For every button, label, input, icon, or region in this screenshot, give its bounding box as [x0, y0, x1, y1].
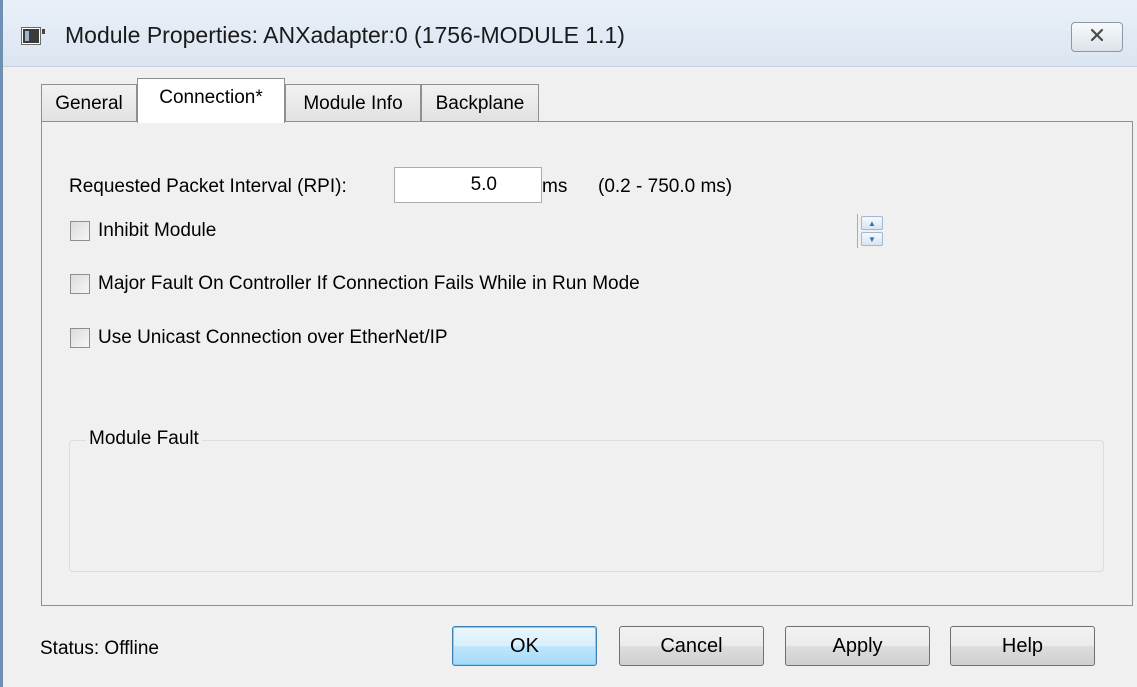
inhibit-module-checkbox[interactable] — [70, 221, 90, 241]
apply-button[interactable]: Apply — [785, 626, 930, 666]
tab-general[interactable]: General — [41, 84, 137, 122]
cancel-button[interactable]: Cancel — [619, 626, 764, 666]
tab-module-info[interactable]: Module Info — [285, 84, 421, 122]
close-button[interactable] — [1071, 22, 1123, 52]
tab-label: Backplane — [435, 92, 525, 114]
module-properties-dialog: Module Properties: ANXadapter:0 (1756-MO… — [0, 0, 1137, 687]
rpi-input[interactable]: 5.0 ▲ ▼ — [394, 167, 883, 248]
close-icon — [1090, 28, 1104, 47]
spin-up-button[interactable]: ▲ — [861, 216, 883, 230]
rpi-label: Requested Packet Interval (RPI): — [69, 176, 347, 197]
major-fault-label: Major Fault On Controller If Connection … — [98, 273, 640, 294]
tab-connection[interactable]: Connection* — [137, 78, 285, 123]
status-text: Status: Offline — [40, 638, 159, 659]
major-fault-checkbox[interactable] — [70, 274, 90, 294]
title-bar: Module Properties: ANXadapter:0 (1756-MO… — [3, 0, 1137, 67]
tab-label: Connection* — [159, 87, 263, 108]
unicast-option[interactable]: Use Unicast Connection over EtherNet/IP — [70, 327, 448, 349]
unicast-label: Use Unicast Connection over EtherNet/IP — [98, 327, 448, 348]
module-fault-group: Module Fault — [69, 428, 1104, 572]
inhibit-module-label: Inhibit Module — [98, 220, 217, 241]
inhibit-module-option[interactable]: Inhibit Module — [70, 220, 216, 242]
help-button[interactable]: Help — [950, 626, 1095, 666]
arrow-up-icon: ▲ — [868, 218, 876, 228]
connection-tab-panel: Requested Packet Interval (RPI): 5.0 ▲ ▼… — [41, 121, 1133, 606]
major-fault-option[interactable]: Major Fault On Controller If Connection … — [70, 273, 640, 295]
ok-button[interactable]: OK — [452, 626, 597, 666]
rpi-spinner: ▲ ▼ — [857, 214, 886, 248]
module-icon — [21, 27, 47, 47]
tab-label: General — [55, 92, 123, 114]
tab-backplane[interactable]: Backplane — [421, 84, 539, 122]
spin-down-button[interactable]: ▼ — [861, 232, 883, 246]
rpi-value: 5.0 — [470, 174, 497, 195]
arrow-down-icon: ▼ — [868, 234, 876, 244]
module-fault-legend: Module Fault — [86, 428, 202, 450]
rpi-unit: ms — [542, 176, 568, 197]
rpi-range: (0.2 - 750.0 ms) — [598, 176, 733, 197]
unicast-checkbox[interactable] — [70, 328, 90, 348]
tab-label: Module Info — [303, 92, 403, 114]
window-title: Module Properties: ANXadapter:0 (1756-MO… — [65, 22, 625, 48]
